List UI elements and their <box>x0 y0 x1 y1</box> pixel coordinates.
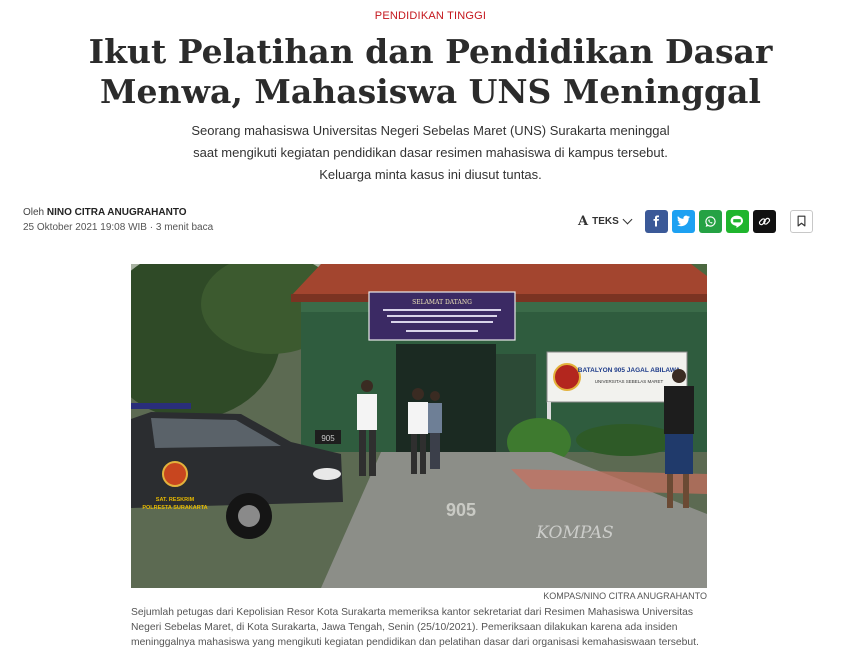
battalion-emblem <box>553 363 581 391</box>
photo-watermark: KOMPAS <box>535 523 613 543</box>
bookmark-button[interactable] <box>789 209 813 233</box>
author-link[interactable]: NINO CITRA ANUGRAHANTO <box>47 207 187 218</box>
text-size-icon: A <box>578 213 589 229</box>
line-icon <box>730 215 744 228</box>
article-lede: Seorang mahasiswa Universitas Negeri Seb… <box>160 120 701 186</box>
article-title: Ikut Pelatihan dan Pendidikan Dasar Menw… <box>40 32 821 112</box>
article-toolbar: A TEKS <box>578 208 813 234</box>
read-time: 3 menit baca <box>155 222 214 233</box>
dateline-separator: · <box>149 222 154 233</box>
whatsapp-icon <box>705 215 716 227</box>
lede-line3: Keluarga minta kasus ini diusut tuntas. <box>319 167 542 182</box>
bookmark-icon <box>797 215 806 227</box>
text-size-label: TEKS <box>592 215 619 227</box>
lede-line1: Seorang mahasiswa Universitas Negeri Seb… <box>191 123 670 138</box>
car-door-text-2: POLRESTA SURAKARTA <box>142 505 207 511</box>
twitter-icon <box>676 215 690 227</box>
copy-link-button[interactable] <box>752 209 776 233</box>
caption-line2: Negeri Sebelas Maret, di Kota Surakarta,… <box>131 622 678 633</box>
police-emblem <box>162 461 188 487</box>
share-facebook-button[interactable] <box>644 209 668 233</box>
chevron-down-icon <box>622 214 633 224</box>
article-title-line2: Menwa, Mahasiswa UNS Meninggal <box>100 72 761 111</box>
copy-link-icon <box>758 217 770 225</box>
share-twitter-button[interactable] <box>671 209 695 233</box>
share-line-button[interactable] <box>725 209 749 233</box>
sign-subtext: UNIVERSITAS SEBELAS MARET <box>595 379 664 384</box>
photo-caption: Sejumlah petugas dari Kepolisian Resor K… <box>131 605 721 650</box>
car-plate: 905 <box>321 434 335 443</box>
text-size-button[interactable]: A TEKS <box>578 213 633 229</box>
road-paint-text: 905 <box>446 500 476 520</box>
publish-date: 25 Oktober 2021 19:08 WIB <box>23 222 147 233</box>
dateline: 25 Oktober 2021 19:08 WIB · 3 menit baca <box>23 222 213 233</box>
article-photo: SELAMAT DATANG BATALYON 905 JAGAL ABILAW… <box>131 264 707 588</box>
photo-credit: KOMPAS/NINO CITRA ANUGRAHANTO <box>543 591 707 601</box>
facebook-icon <box>653 215 660 227</box>
banner-heading: SELAMAT DATANG <box>412 299 472 306</box>
police-lightbar <box>131 403 191 409</box>
sign-text: BATALYON 905 JAGAL ABILAWA <box>578 367 681 374</box>
photo-scene: SELAMAT DATANG BATALYON 905 JAGAL ABILAW… <box>131 264 707 588</box>
share-whatsapp-button[interactable] <box>698 209 722 233</box>
lede-line2: saat mengikuti kegiatan pendidikan dasar… <box>193 145 668 160</box>
byline: Oleh NINO CITRA ANUGRAHANTO <box>23 207 187 218</box>
caption-line1: Sejumlah petugas dari Kepolisian Resor K… <box>131 607 693 618</box>
byline-prefix: Oleh <box>23 207 45 218</box>
section-kicker[interactable]: PENDIDIKAN TINGGI <box>0 10 861 22</box>
article-title-line1: Ikut Pelatihan dan Pendidikan Dasar <box>88 32 773 71</box>
car-door-text-1: SAT. RESKRIM <box>156 497 195 503</box>
caption-line3: meninggalnya mahasiswa yang mengikuti ke… <box>131 637 699 648</box>
